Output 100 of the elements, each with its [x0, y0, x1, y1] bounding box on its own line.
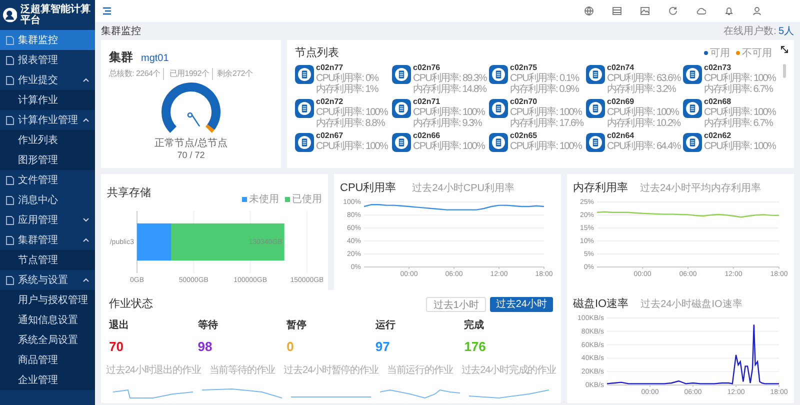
cluster-name-link[interactable]: mgt01	[141, 51, 169, 66]
job-status-label: 运行	[375, 318, 396, 332]
gauge-label: 正常节点/总节点	[154, 138, 228, 150]
sidebar-subitem[interactable]: 节点管理	[0, 250, 95, 270]
node-name[interactable]: c02n71	[413, 97, 484, 107]
document-icon	[6, 56, 14, 64]
document-icon	[6, 236, 14, 244]
job-caption: 过去24小时退出的作业	[106, 364, 201, 378]
card-title: 节点列表	[295, 46, 339, 61]
gauge-needle	[187, 112, 200, 127]
node-name[interactable]: c02n69	[607, 97, 680, 107]
sidebar-item[interactable]: 集群监控	[0, 30, 95, 50]
memory-usage-text: 内存利用率: 10.2%	[607, 118, 680, 129]
sidebar-item[interactable]: 报表管理	[0, 50, 95, 70]
cloud-icon[interactable]	[696, 6, 706, 16]
sidebar-item[interactable]: 集群管理	[0, 230, 95, 250]
cores-remaining: 剩余272个	[216, 68, 253, 80]
sidebar-item[interactable]: 文件管理	[0, 170, 95, 190]
node-name[interactable]: c02n65	[510, 131, 582, 141]
document-icon	[6, 196, 14, 204]
user-icon[interactable]	[752, 6, 762, 16]
image-icon[interactable]	[640, 6, 650, 16]
document-icon	[6, 176, 14, 184]
time-range-button[interactable]: 过去1小时	[426, 296, 486, 312]
gauge-reading: 70 / 72	[177, 150, 205, 161]
job-status-label: 退出	[109, 318, 130, 332]
node-name[interactable]: c02n72	[316, 97, 388, 107]
logo-icon	[3, 6, 18, 24]
expand-icon[interactable]	[781, 46, 788, 53]
node-name[interactable]: c02n62	[704, 131, 776, 141]
job-count: 98	[198, 338, 214, 356]
online-users-count: 5人	[778, 24, 794, 38]
memory-usage-text: 内存利用率: 14.8%	[413, 84, 486, 95]
chart-subtitle: 过去24小时CPU利用率	[412, 182, 514, 196]
cpu-usage-text: CPU利用率: 100%	[704, 107, 776, 118]
sidebar-item[interactable]: 系统与设置	[0, 270, 95, 290]
cpu-usage-text: CPU利用率: 89.3%	[413, 73, 486, 84]
legend-label: 未使用	[249, 192, 279, 207]
legend-label: 已使用	[292, 193, 322, 207]
sidebar-item[interactable]: 作业提交	[0, 70, 95, 90]
document-icon	[6, 216, 14, 224]
sidebar-subitem[interactable]: 商品管理	[0, 350, 95, 370]
job-caption: 当前运行的作业	[386, 364, 453, 378]
menu-icon[interactable]	[103, 7, 111, 15]
sidebar-item[interactable]: 应用管理	[0, 210, 95, 230]
sidebar-subitem[interactable]: 作业列表	[0, 130, 95, 150]
sidebar-subitem[interactable]: 系统全局设置	[0, 330, 95, 350]
node-name[interactable]: c02n70	[510, 97, 584, 107]
cpu-usage-text: CPU利用率: 100%	[510, 107, 583, 118]
document-icon	[6, 276, 14, 284]
node-name[interactable]: c02n76	[413, 63, 486, 73]
node-name[interactable]: c02n73	[704, 63, 776, 73]
node-name[interactable]: c02n74	[607, 63, 680, 73]
node-name[interactable]: c02n66	[413, 131, 484, 141]
node-name[interactable]: c02n68	[704, 97, 776, 107]
node-name[interactable]: c02n77	[316, 63, 378, 73]
cpu-usage-text: CPU利用率: 64.4%	[607, 141, 680, 152]
legend-label: 不可用	[742, 46, 772, 60]
cpu-usage-text: CPU利用率: 100%	[704, 73, 776, 84]
sidebar-subitem[interactable]: 通知信息设置	[0, 310, 95, 330]
scrollbar[interactable]	[783, 64, 786, 78]
card-title: 磁盘IO速率	[573, 296, 629, 312]
job-count: 70	[109, 338, 124, 356]
document-icon	[6, 36, 14, 44]
document-icon	[6, 116, 14, 124]
bell-icon[interactable]	[724, 6, 734, 16]
sidebar-subitem[interactable]: 用户与授权管理	[0, 290, 95, 310]
cores-label: 总核数:	[109, 68, 134, 80]
cores-used: 已用1992个	[166, 68, 214, 80]
memory-usage-text: 内存利用率: 17.6%	[510, 118, 584, 129]
sidebar-subitem[interactable]: 图形管理	[0, 150, 95, 170]
node-name[interactable]: c02n67	[316, 131, 388, 141]
node-name[interactable]: c02n75	[510, 63, 579, 73]
node-name[interactable]: c02n64	[607, 131, 680, 141]
job-status-label: 暂停	[286, 318, 308, 332]
card-title: 作业状态	[109, 296, 153, 312]
window-icon[interactable]	[612, 6, 622, 16]
cpu-usage-text: CPU利用率: 100%	[704, 141, 776, 152]
chart-subtitle: 过去24小时磁盘IO速率	[640, 298, 742, 312]
globe-icon[interactable]	[584, 6, 594, 16]
card-title: 内存利用率	[573, 180, 628, 196]
job-count: 97	[375, 338, 391, 356]
sidebar-item[interactable]: 计算作业管理	[0, 110, 95, 130]
memory-usage-text: 内存利用率: 0.9%	[510, 84, 579, 95]
job-caption: 当前等待的作业	[209, 364, 276, 378]
job-count: 176	[464, 338, 487, 356]
sidebar-subitem[interactable]: 计算作业	[0, 90, 95, 110]
cpu-usage-text: CPU利用率: 0.1%	[510, 73, 579, 84]
job-status-label: 等待	[198, 318, 219, 332]
sidebar-item[interactable]: 消息中心	[0, 190, 95, 210]
cpu-usage-text: CPU利用率: 100%	[413, 107, 484, 118]
time-range-button[interactable]: 过去24小时	[490, 296, 553, 312]
cpu-usage-text: CPU利用率: 0%	[316, 73, 378, 84]
memory-usage-text: 内存利用率: 6.7%	[704, 118, 774, 129]
card-title: 集群	[109, 49, 133, 66]
sidebar-subitem[interactable]: 企业管理	[0, 370, 95, 390]
page-title: 集群监控	[101, 24, 141, 38]
memory-usage-text: 内存利用率: 3.2%	[607, 84, 677, 95]
cpu-usage-text: CPU利用率: 100%	[316, 141, 388, 152]
refresh-icon[interactable]	[668, 6, 678, 16]
